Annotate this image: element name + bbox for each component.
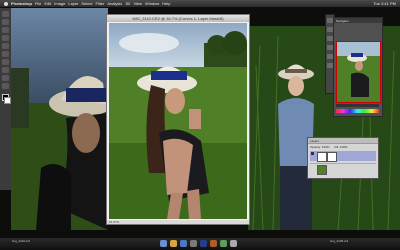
safari-icon[interactable] bbox=[180, 240, 187, 247]
menu-window[interactable]: Window bbox=[145, 1, 159, 6]
photo-main-image bbox=[109, 23, 247, 219]
hand-tool-icon[interactable] bbox=[2, 75, 9, 81]
opacity-row: Opacity: 100% Fill: 100% bbox=[310, 145, 376, 149]
app-menu[interactable]: Photoshop bbox=[11, 1, 32, 6]
navigator-panel-header[interactable]: Navigator bbox=[334, 18, 382, 23]
zoom-tool-icon[interactable] bbox=[2, 83, 9, 89]
eraser-tool-icon[interactable] bbox=[2, 51, 9, 57]
menu-file[interactable]: File bbox=[35, 1, 41, 6]
finder-icon[interactable] bbox=[160, 240, 167, 247]
menu-help[interactable]: Help bbox=[162, 1, 170, 6]
menu-3d[interactable]: 3D bbox=[125, 1, 130, 6]
background-color-icon[interactable] bbox=[4, 97, 11, 104]
menu-extras: Tue 3:41 PM bbox=[370, 1, 400, 6]
bridge-icon[interactable] bbox=[210, 240, 217, 247]
preview-icon[interactable] bbox=[220, 240, 227, 247]
apple-icon[interactable] bbox=[4, 1, 8, 6]
layer-mask-thumbnail[interactable] bbox=[327, 152, 337, 162]
mail-icon[interactable] bbox=[170, 240, 177, 247]
menu-edit[interactable]: Edit bbox=[44, 1, 51, 6]
layers-panel-header[interactable]: Layers bbox=[308, 138, 378, 144]
opacity-label: Opacity: bbox=[310, 145, 322, 149]
fill-label: Fill: bbox=[334, 145, 340, 149]
move-tool-icon[interactable] bbox=[2, 11, 9, 17]
navigator-thumbnail-image bbox=[337, 42, 380, 102]
document-window[interactable]: IMG_2110.CR2 @ 16.7% (Curves 1, Layer Ma… bbox=[106, 14, 250, 225]
eye-icon[interactable] bbox=[311, 152, 314, 155]
photo-left-image bbox=[11, 8, 108, 230]
clock[interactable]: Tue 3:41 PM bbox=[373, 1, 396, 6]
color-spectrum[interactable] bbox=[336, 109, 379, 113]
menu-image[interactable]: Image bbox=[54, 1, 65, 6]
menu-filter[interactable]: Filter bbox=[96, 1, 105, 6]
menu-view[interactable]: View bbox=[133, 1, 142, 6]
opacity-value[interactable]: 100% bbox=[322, 145, 330, 149]
dock-file-label-left[interactable]: img_2110.cr2 bbox=[12, 239, 30, 243]
gradient-tool-icon[interactable] bbox=[2, 59, 9, 65]
layer-row-curves[interactable] bbox=[310, 151, 376, 162]
dock-file-label-right[interactable]: img_2109.cr2 bbox=[330, 239, 348, 243]
menu-bar: Photoshop File Edit Image Layer Select F… bbox=[0, 0, 400, 7]
navigator-zoom-slider[interactable] bbox=[336, 104, 379, 107]
zoom-level[interactable]: 16.67% bbox=[109, 220, 119, 224]
navigator-thumbnail[interactable] bbox=[336, 41, 381, 103]
layers-panel: Layers Opacity: 100% Fill: 100% bbox=[307, 137, 379, 179]
dock: img_2110.cr2 img_2109.cr2 bbox=[0, 238, 400, 250]
navigator-panel: Navigator bbox=[333, 17, 383, 117]
layer-thumbnail-icon bbox=[317, 152, 327, 162]
background-thumbnail bbox=[317, 165, 327, 175]
menu-select[interactable]: Select bbox=[81, 1, 92, 6]
document-canvas[interactable] bbox=[109, 23, 247, 219]
type-tool-icon[interactable] bbox=[2, 67, 9, 73]
document-titlebar[interactable]: IMG_2110.CR2 @ 16.7% (Curves 1, Layer Ma… bbox=[107, 15, 249, 22]
itunes-icon[interactable] bbox=[190, 240, 197, 247]
document-status-bar: 16.67% bbox=[107, 220, 249, 224]
marquee-tool-icon[interactable] bbox=[2, 19, 9, 25]
photoshop-icon[interactable] bbox=[200, 240, 207, 247]
navigator-panel-title: Navigator bbox=[336, 19, 349, 23]
document-title: IMG_2110.CR2 @ 16.7% (Curves 1, Layer Ma… bbox=[132, 16, 224, 21]
menu-layer[interactable]: Layer bbox=[68, 1, 78, 6]
fill-value[interactable]: 100% bbox=[340, 145, 348, 149]
brush-tool-icon[interactable] bbox=[2, 43, 9, 49]
crop-tool-icon[interactable] bbox=[2, 35, 9, 41]
background-photo-left bbox=[11, 8, 108, 230]
system-prefs-icon[interactable] bbox=[230, 240, 237, 247]
menu-analysis[interactable]: Analysis bbox=[107, 1, 122, 6]
lasso-tool-icon[interactable] bbox=[2, 27, 9, 33]
layers-panel-title: Layers bbox=[310, 139, 320, 143]
layer-row-background[interactable] bbox=[310, 163, 376, 175]
